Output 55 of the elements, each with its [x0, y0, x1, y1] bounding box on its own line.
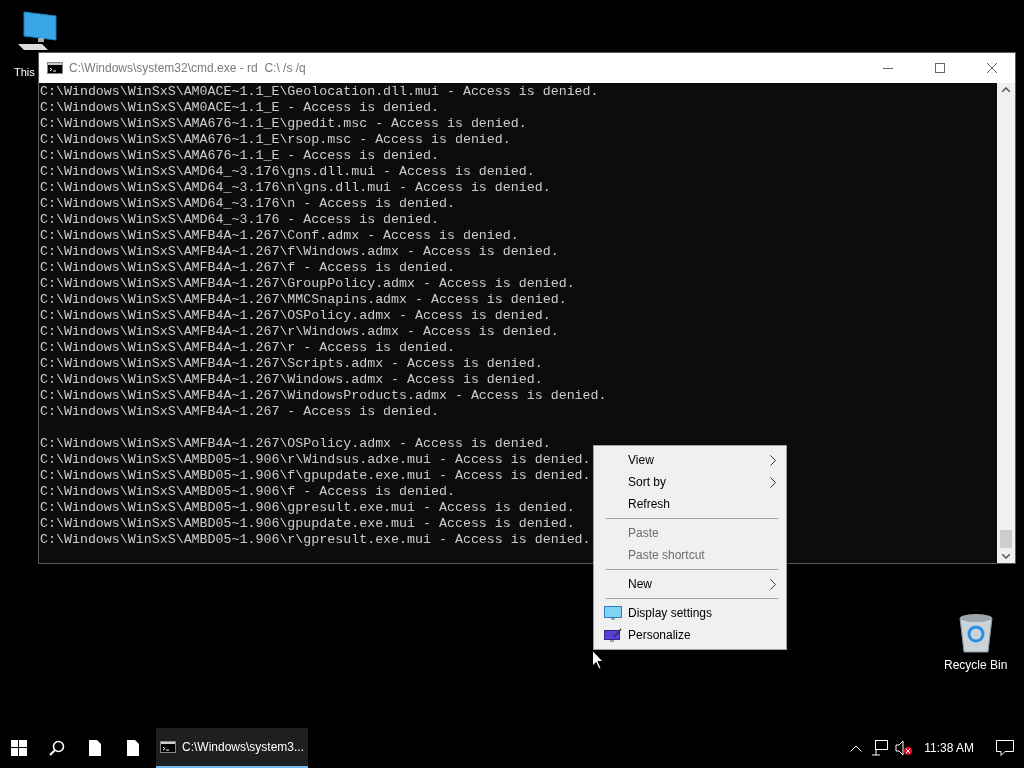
taskbar-task[interactable]: C:\Windows\system3...	[156, 728, 308, 768]
console-line: C:\Windows\WinSxS\AM0ACE~1.1_E - Access is denied.	[40, 100, 439, 116]
console-line: C:\Windows\WinSxS\AMFB4A~1.267\f - Access is denied.	[40, 260, 455, 276]
console-line: C:\Windows\WinSxS\AMFB4A~1.267\OSPolicy.admx - Access is denied.	[40, 436, 551, 452]
console-line: C:\Windows\WinSxS\AMBD05~1.906\gpupdate.exe.mui - Access is denied.	[40, 516, 575, 532]
console-line: C:\Windows\WinSxS\AMFB4A~1.267\r\Windows.admx - Access is denied.	[40, 324, 559, 340]
desktop-icon-label[interactable]: This	[14, 66, 35, 78]
console-line: C:\Windows\WinSxS\AMFB4A~1.267\f\Windows.admx - Access is denied.	[40, 244, 559, 260]
console-line: C:\Windows\WinSxS\AMFB4A~1.267\Windows.admx - Access is denied.	[40, 372, 543, 388]
console-icon	[160, 741, 176, 753]
menu-item[interactable]: Sort by	[596, 471, 784, 493]
console-line: C:\Windows\WinSxS\AMFB4A~1.267\Scripts.admx - Access is denied.	[40, 356, 543, 372]
console-line: C:\Windows\WinSxS\AMA676~1.1_E\rsop.msc - Access is denied.	[40, 132, 511, 148]
scroll-up-icon[interactable]	[1002, 87, 1010, 92]
menu-item[interactable]: Display settings	[596, 602, 784, 624]
menu-item[interactable]: New	[596, 573, 784, 595]
console-line: C:\Windows\WinSxS\AMBD05~1.906\r\Windsus.adxe.mui - Access is denied.	[40, 452, 591, 468]
chevron-right-icon	[770, 476, 776, 488]
scroll-down-icon[interactable]	[1002, 554, 1010, 559]
console-line: C:\Windows\WinSxS\AMFB4A~1.267\WindowsProducts.admx - Access is denied.	[40, 388, 607, 404]
scrollbar-thumb[interactable]	[1000, 530, 1012, 548]
chevron-right-icon	[770, 454, 776, 466]
clock[interactable]: 11:38 AM	[916, 728, 986, 768]
console-line: C:\Windows\WinSxS\AMA676~1.1_E - Access is denied.	[40, 148, 439, 164]
console-line: C:\Windows\WinSxS\AMFB4A~1.267\MMCSnapins.admx - Access is denied.	[40, 292, 567, 308]
console-line: C:\Windows\WinSxS\AMFB4A~1.267\r - Access is denied.	[40, 340, 455, 356]
chevron-right-icon	[770, 578, 776, 590]
console-icon	[47, 62, 63, 74]
search-icon	[49, 740, 65, 756]
console-line: C:\Windows\WinSxS\AMFB4A~1.267\GroupPolicy.admx - Access is denied.	[40, 276, 575, 292]
menu-item[interactable]: Refresh	[596, 493, 784, 515]
window-title: C:\Windows\system32\cmd.exe - rd C:\ /s /q	[69, 61, 307, 75]
desktop-icon-label[interactable]: Recycle Bin	[944, 658, 1008, 672]
console-line: C:\Windows\WinSxS\AMD64_~3.176\gns.dll.mui - Access is denied.	[40, 164, 535, 180]
maximize-icon	[935, 63, 945, 73]
console-line: C:\Windows\WinSxS\AM0ACE~1.1_E\Geolocation.dll.mui - Access is denied.	[40, 84, 599, 100]
console-line: C:\Windows\WinSxS\AMFB4A~1.267\Conf.admx - Access is denied.	[40, 228, 519, 244]
console-line: C:\Windows\WinSxS\AMD64_~3.176 - Access is denied.	[40, 212, 439, 228]
speech-bubble-icon	[996, 740, 1014, 756]
close-icon	[987, 63, 997, 73]
console-line: C:\Windows\WinSxS\AMD64_~3.176\n - Access is denied.	[40, 196, 455, 212]
console-line: C:\Windows\WinSxS\AMD64_~3.176\n\gns.dll.mui - Access is denied.	[40, 180, 551, 196]
console-line: C:\Windows\WinSxS\AMBD05~1.906\r\gpresult.exe.mui - Access is denied.	[40, 532, 591, 548]
console-line: C:\Windows\WinSxS\AMA676~1.1_E\gpedit.msc - Access is denied.	[40, 116, 527, 132]
menu-item[interactable]: Personalize	[596, 624, 784, 646]
menu-item[interactable]: View	[596, 449, 784, 471]
console-line: C:\Windows\WinSxS\AMBD05~1.906\gpresult.exe.mui - Access is denied.	[40, 500, 575, 516]
console-line: C:\Windows\WinSxS\AMBD05~1.906\f\gpupdate.exe.mui - Access is denied.	[40, 468, 591, 484]
console-line: C:\Windows\WinSxS\AMFB4A~1.267 - Access is denied.	[40, 404, 439, 420]
console-line: C:\Windows\WinSxS\AMFB4A~1.267\OSPolicy.admx - Access is denied.	[40, 308, 551, 324]
monitor-icon	[604, 606, 622, 620]
cursor-icon	[592, 650, 604, 670]
console-line: C:\Windows\WinSxS\AMBD05~1.906\f - Access is denied.	[40, 484, 455, 500]
windows-logo-icon	[11, 740, 27, 756]
monitor-brush-icon	[604, 628, 622, 642]
